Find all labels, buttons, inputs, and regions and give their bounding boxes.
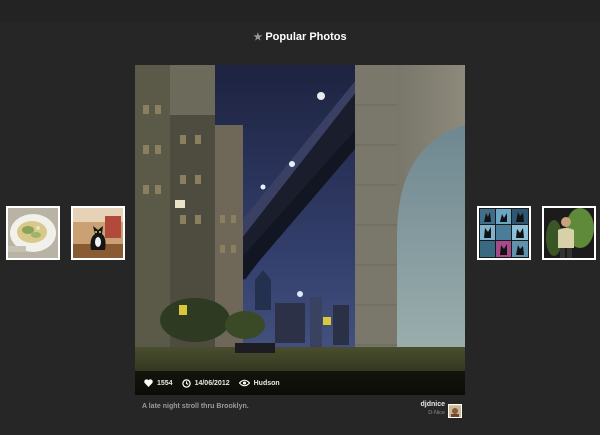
star-icon: ★ <box>253 32 263 43</box>
clock-icon <box>181 378 191 388</box>
photo-meta-bar: 1554 14/06/2012 Hudson <box>135 371 465 395</box>
photo-caption: A late night stroll thru Brooklyn. <box>142 403 249 410</box>
cat-photo-image <box>73 208 123 258</box>
likes-count[interactable]: 1554 <box>144 379 173 387</box>
thumbnail-hands-collage[interactable] <box>477 206 531 260</box>
eye-icon <box>238 379 250 387</box>
person-photo-image <box>544 208 594 258</box>
main-photo[interactable]: 1554 14/06/2012 Hudson <box>135 65 465 395</box>
avatar-image <box>449 406 461 417</box>
bridge-photo-image <box>135 65 465 395</box>
author-fullname: D-Nice <box>428 410 445 416</box>
avatar[interactable] <box>448 404 462 418</box>
top-bar <box>0 0 600 22</box>
location-value: Hudson <box>253 379 280 387</box>
photo-date: 14/06/2012 <box>181 378 230 388</box>
photo-location[interactable]: Hudson <box>238 379 280 387</box>
thumbnail-food-photo[interactable] <box>6 206 60 260</box>
likes-value: 1554 <box>157 379 173 387</box>
author-info[interactable]: djdnice D-Nice <box>420 401 445 416</box>
thumbnail-cat-photo[interactable] <box>71 206 125 260</box>
food-photo-image <box>8 208 58 258</box>
date-value: 14/06/2012 <box>194 379 230 387</box>
page-title-text: Popular Photos <box>265 31 347 43</box>
heart-icon <box>144 379 153 387</box>
thumbnail-person-photo[interactable] <box>542 206 596 260</box>
hands-collage-image <box>479 208 529 258</box>
author-username[interactable]: djdnice <box>420 401 445 408</box>
page-title: ★ Popular Photos <box>0 31 600 43</box>
